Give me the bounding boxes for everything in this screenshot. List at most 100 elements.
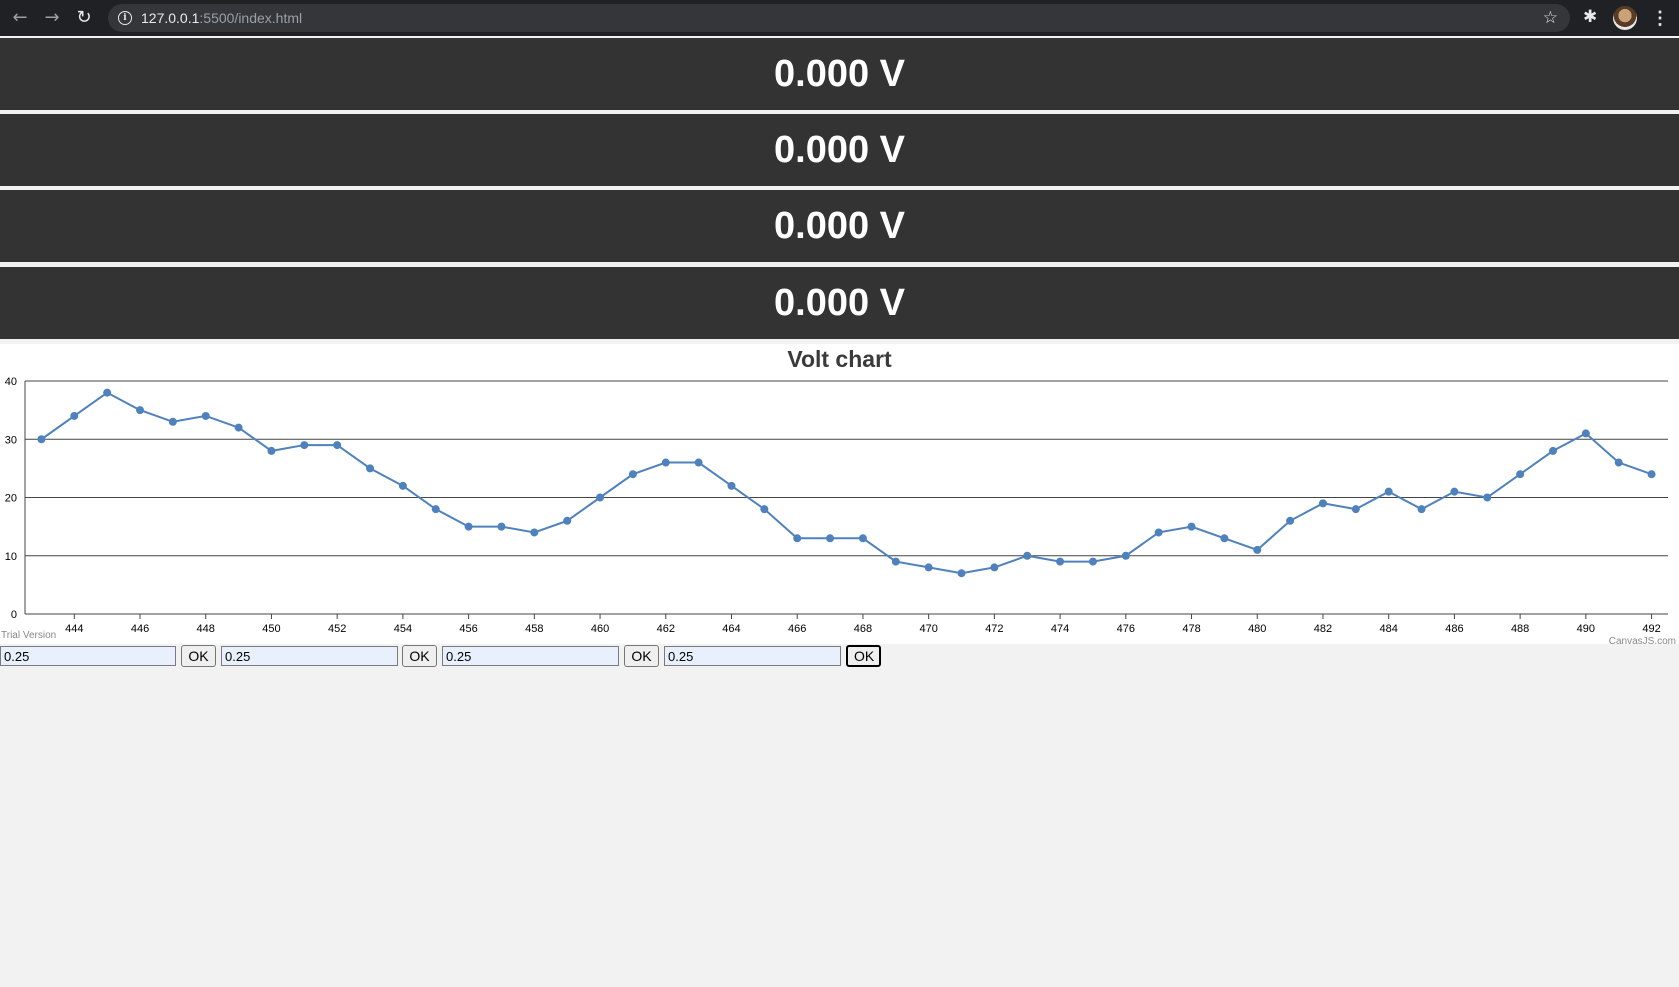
x-tick-label: 446 [131,623,149,635]
data-point[interactable] [924,563,933,572]
threshold-input-3[interactable] [442,646,619,666]
x-tick-label: 454 [394,623,412,635]
x-tick-label: 448 [197,623,215,635]
bookmark-star-icon[interactable]: ☆ [1543,7,1558,29]
voltage-readout-4: 0.000 V [0,267,1679,339]
data-point[interactable] [333,441,342,450]
forward-arrow-icon[interactable]: → [40,6,64,30]
site-info-icon[interactable]: i [118,11,132,25]
x-tick-label: 452 [328,623,346,635]
data-point[interactable] [103,388,112,397]
chart-series [37,388,1656,578]
x-tick-label: 490 [1577,623,1595,635]
chart-axes: 0 10 20 30 40 444 446 448 450 452 454 456 458 460 462 4… [5,376,1668,635]
x-tick-label: 474 [1051,623,1069,635]
data-point[interactable] [661,458,670,467]
data-point[interactable] [168,417,177,426]
data-point[interactable] [1614,458,1623,467]
data-point[interactable] [398,481,407,490]
data-point[interactable] [201,411,210,420]
voltage-readout-3: 0.000 V [0,190,1679,262]
data-point[interactable] [826,534,835,543]
data-point[interactable] [793,534,802,543]
data-point[interactable] [1384,487,1393,496]
data-point[interactable] [530,528,539,537]
data-point[interactable] [760,505,769,514]
data-point[interactable] [1154,528,1163,537]
x-tick-label: 488 [1511,623,1529,635]
data-point[interactable] [497,522,506,531]
profile-avatar[interactable] [1613,6,1637,30]
x-tick-label: 456 [459,623,477,635]
canvasjs-credit-link[interactable]: CanvasJS.com [1609,636,1676,644]
y-tick-label: 20 [5,493,17,505]
data-point[interactable] [1286,516,1295,525]
data-point[interactable] [1056,557,1065,566]
x-tick-label: 492 [1642,623,1660,635]
data-point[interactable] [1318,499,1327,508]
x-tick-label: 482 [1314,623,1332,635]
address-bar[interactable]: i 127.0.0.1:5500/index.html ☆ [108,4,1570,32]
data-point[interactable] [1417,505,1426,514]
url-text[interactable]: 127.0.0.1:5500/index.html [141,4,302,32]
x-tick-label: 450 [262,623,280,635]
extensions-puzzle-icon[interactable]: ✱ [1583,7,1597,27]
data-point[interactable] [464,522,473,531]
ok-button-4[interactable]: OK [846,645,881,667]
data-point[interactable] [957,569,966,578]
data-point[interactable] [37,435,46,444]
x-tick-label: 484 [1380,623,1398,635]
data-point[interactable] [891,557,900,566]
data-point[interactable] [1450,487,1459,496]
data-point[interactable] [1351,505,1360,514]
data-point[interactable] [267,446,276,455]
data-point[interactable] [234,423,243,432]
data-point[interactable] [1581,429,1590,438]
data-point[interactable] [431,505,440,514]
ok-button-3[interactable]: OK [624,645,659,667]
ok-button-1[interactable]: OK [181,645,216,667]
data-point[interactable] [563,516,572,525]
chart-gridlines [25,380,1668,557]
threshold-input-2[interactable] [221,646,398,666]
ok-button-2[interactable]: OK [402,645,437,667]
chart-canvas: 0 10 20 30 40 444 446 448 450 452 454 456 458 460 462 4… [1,376,1676,644]
data-point[interactable] [1088,557,1097,566]
trial-version-watermark: Trial Version [1,630,56,641]
data-point[interactable] [1187,522,1196,531]
data-point[interactable] [1516,470,1525,479]
data-point[interactable] [628,470,637,479]
kebab-menu-icon[interactable]: ⋮ [1650,6,1670,30]
browser-toolbar: ← → ↻ i 127.0.0.1:5500/index.html ☆ ✱ ⋮ [0,0,1679,36]
data-point[interactable] [136,406,145,415]
data-point[interactable] [1253,545,1262,554]
data-point[interactable] [70,411,79,420]
x-tick-label: 472 [985,623,1003,635]
data-point[interactable] [1483,493,1492,502]
data-point[interactable] [1220,534,1229,543]
threshold-input-4[interactable] [664,646,841,666]
y-tick-label: 0 [11,609,17,621]
y-tick-label: 40 [5,376,17,388]
volt-series-line [40,391,1652,575]
data-point[interactable] [727,481,736,490]
data-point[interactable] [1023,551,1032,560]
x-tick-label: 466 [788,623,806,635]
data-point[interactable] [858,534,867,543]
data-point[interactable] [300,441,309,450]
reload-icon[interactable]: ↻ [72,6,96,30]
threshold-input-1[interactable] [0,646,176,666]
data-point[interactable] [366,464,375,473]
x-tick-label: 464 [722,623,740,635]
back-arrow-icon[interactable]: ← [8,6,32,30]
x-tick-label: 470 [919,623,937,635]
y-tick-label: 10 [5,551,17,563]
volt-chart: Volt chart 0 10 20 30 40 444 446 448 450 452 454 45… [0,344,1679,644]
data-point[interactable] [1647,470,1656,479]
data-point[interactable] [990,563,999,572]
data-point[interactable] [694,458,703,467]
data-point[interactable] [596,493,605,502]
data-point[interactable] [1121,551,1130,560]
x-tick-label: 478 [1182,623,1200,635]
data-point[interactable] [1548,446,1557,455]
